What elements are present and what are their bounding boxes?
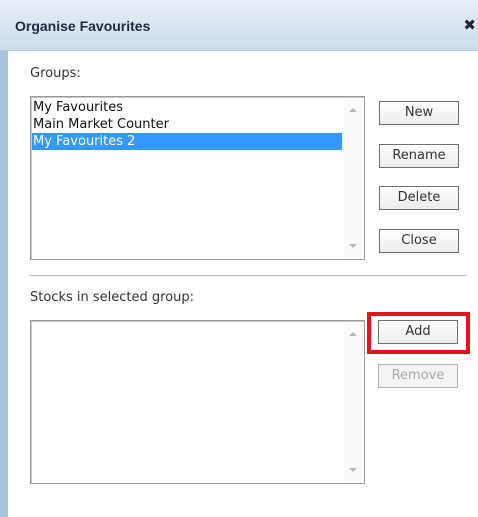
groups-listbox[interactable]: My Favourites Main Market Counter My Fav… [30, 96, 365, 260]
stocks-label: Stocks in selected group: [30, 290, 195, 305]
scroll-up-arrow-icon[interactable] [349, 332, 357, 336]
scroll-down-arrow-icon[interactable] [349, 468, 357, 472]
close-button[interactable]: Close [379, 229, 459, 253]
scroll-up-arrow-icon[interactable] [349, 108, 357, 112]
group-item-main-market-counter[interactable]: Main Market Counter [32, 116, 342, 133]
section-divider [29, 275, 467, 276]
stocks-scrollbar[interactable] [344, 322, 363, 482]
groups-list-items: My Favourites Main Market Counter My Fav… [32, 99, 342, 150]
groups-scrollbar[interactable] [344, 98, 363, 258]
dialog-title: Organise Favourites [15, 18, 151, 34]
stocks-listbox[interactable] [30, 320, 365, 484]
title-bar[interactable]: Organise Favourites ✖ [0, 0, 478, 51]
group-item-my-favourites-2[interactable]: My Favourites 2 [32, 133, 342, 150]
add-stock-button[interactable]: Add [378, 320, 458, 344]
organise-favourites-dialog: Organise Favourites ✖ Groups: My Favouri… [0, 0, 478, 517]
rename-group-button[interactable]: Rename [379, 144, 459, 168]
group-item-my-favourites[interactable]: My Favourites [32, 99, 342, 116]
delete-group-button[interactable]: Delete [379, 186, 459, 210]
remove-stock-button[interactable]: Remove [378, 364, 458, 388]
new-group-button[interactable]: New [379, 101, 459, 125]
groups-label: Groups: [30, 66, 81, 81]
scroll-down-arrow-icon[interactable] [349, 244, 357, 248]
close-icon[interactable]: ✖ [463, 16, 476, 34]
window-frame-edge [0, 0, 8, 517]
